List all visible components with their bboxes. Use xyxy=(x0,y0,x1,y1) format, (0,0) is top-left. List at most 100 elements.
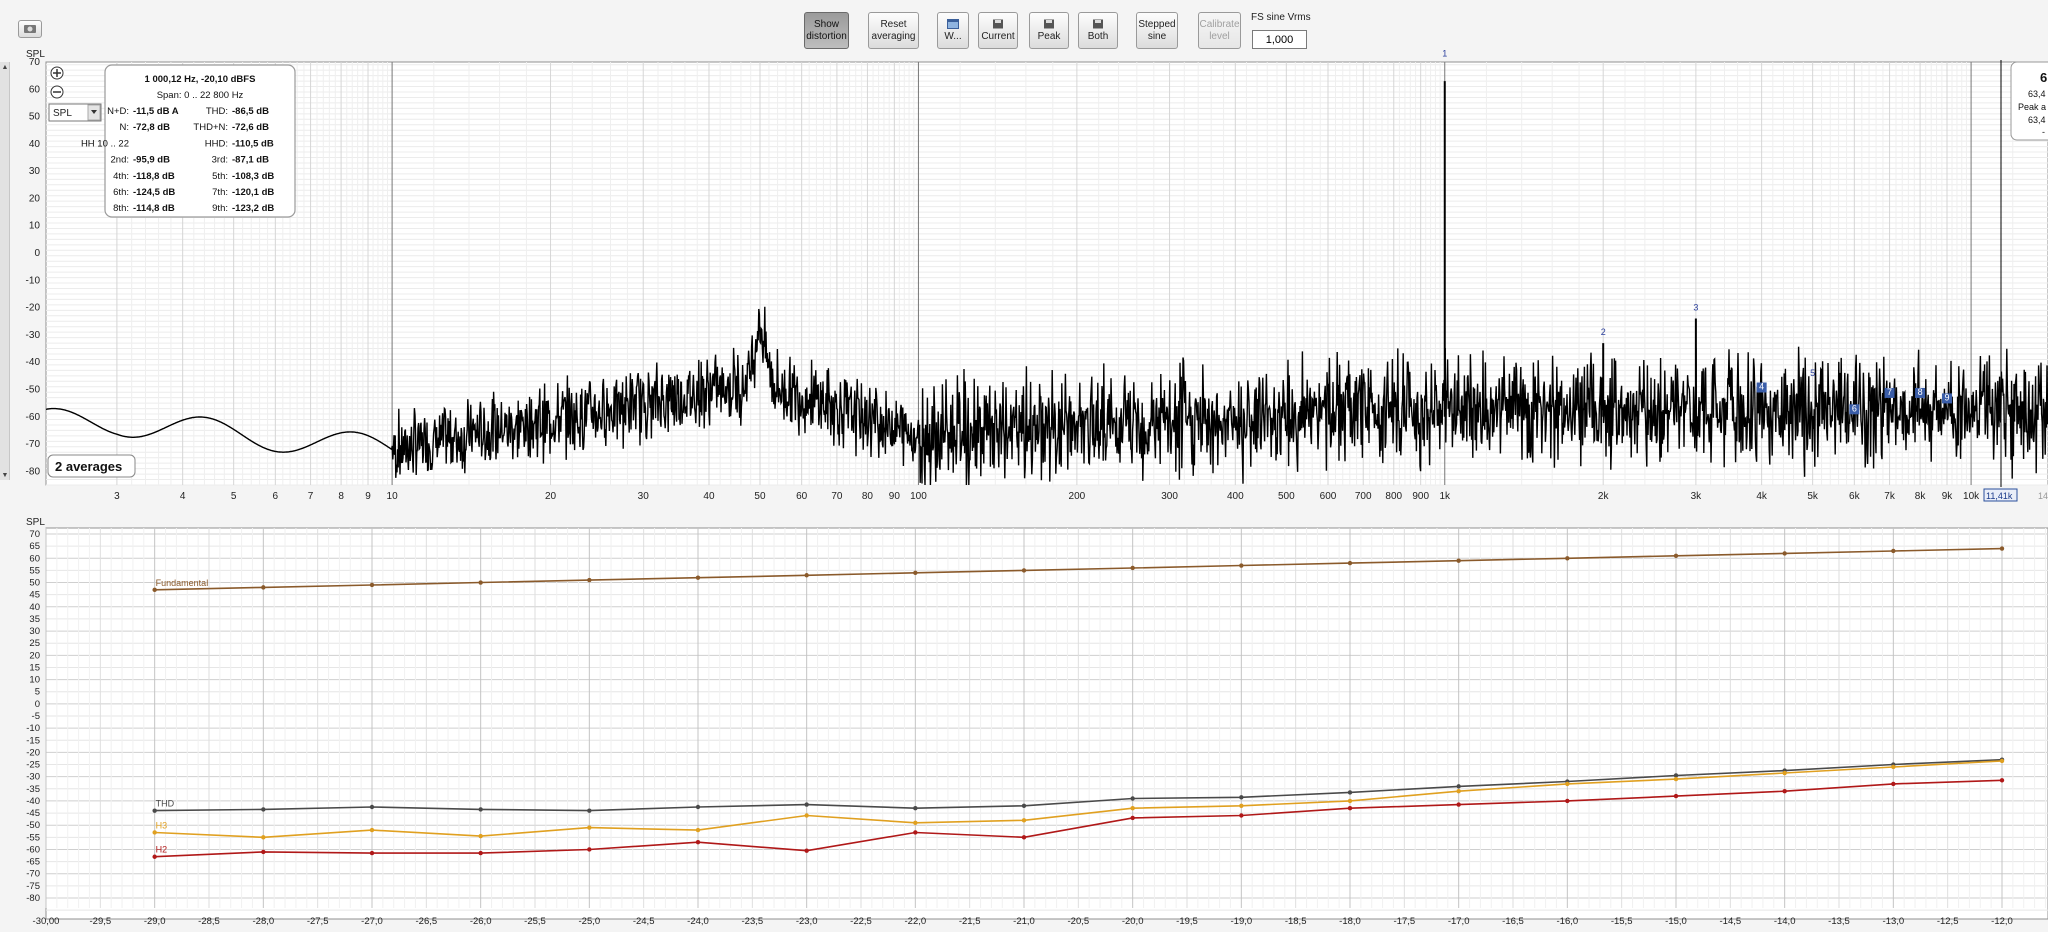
bottom-x-tick-label: -29,0 xyxy=(144,916,166,927)
bottom-x-tick-label: -19,0 xyxy=(1231,916,1253,927)
top-x-tick-label: 700 xyxy=(1355,491,1372,502)
bottom-y-tick-label: -35 xyxy=(26,784,40,795)
right-info-line-4: 63,4 xyxy=(2028,115,2046,125)
top-x-tick-label: 70 xyxy=(831,491,843,502)
series-point xyxy=(1999,778,2005,783)
info-row-value: -120,1 dB xyxy=(232,187,274,198)
distortion-info-box: 1 000,12 Hz, -20,10 dBFS Span: 0 .. 22 8… xyxy=(81,64,296,218)
info-row-value: -110,5 dB xyxy=(232,138,274,149)
series-point xyxy=(1239,803,1244,808)
series-point xyxy=(152,587,157,593)
rew-rta-window: Show distortion Reset averaging W... Cur… xyxy=(0,0,2048,932)
bottom-x-tick-label: -17,5 xyxy=(1394,916,1416,927)
bottom-x-tick-label: -23,0 xyxy=(796,916,818,927)
top-y-tick-label: -40 xyxy=(26,357,41,368)
bottom-y-tick-label: 25 xyxy=(29,638,40,649)
series-point xyxy=(913,570,918,576)
info-row-label: 3rd: xyxy=(212,155,228,166)
bottom-y-tick-label: 35 xyxy=(29,614,40,625)
top-y-tick-label: 20 xyxy=(29,193,41,204)
top-x-tick-label: 20 xyxy=(545,491,557,502)
top-x-tick-label: 6 xyxy=(273,491,279,502)
top-y-tick-label: 0 xyxy=(34,248,40,259)
bottom-y-tick-label: 30 xyxy=(29,626,40,637)
series-point xyxy=(804,802,809,807)
info-row-label: 4th: xyxy=(113,171,129,182)
bottom-y-tick-label: -70 xyxy=(26,869,40,880)
top-x-tick-label: 10k xyxy=(1963,491,1980,502)
top-x-tick-label: 2k xyxy=(1598,491,1610,502)
series-point xyxy=(804,848,809,853)
series-point xyxy=(913,806,918,811)
series-point xyxy=(1673,553,1679,559)
top-x-tick-label: 600 xyxy=(1320,491,1337,502)
top-y-tick-label: -70 xyxy=(26,439,41,450)
zoom-in-icon[interactable] xyxy=(50,66,64,80)
bottom-y-tick-label: 20 xyxy=(29,650,40,661)
top-x-tick-label: 10 xyxy=(387,491,399,502)
series-point xyxy=(1456,558,1461,563)
series-point xyxy=(152,854,157,859)
series-point xyxy=(1999,758,2005,764)
series-point xyxy=(587,808,592,813)
harmonic-marker-label: 8 xyxy=(1918,387,1923,397)
top-y-tick-label: -30 xyxy=(26,330,41,341)
top-x-tick-label: 4k xyxy=(1756,491,1768,502)
series-point xyxy=(913,820,918,825)
bottom-y-tick-label: 15 xyxy=(29,662,40,673)
distortion-vs-level-chart[interactable]: SPL 7065605550454035302520151050-5-10-15… xyxy=(0,510,2048,932)
series-point xyxy=(1130,796,1135,801)
bottom-x-tick-label: -16,0 xyxy=(1557,916,1579,927)
info-row-label: 7th: xyxy=(212,187,228,198)
bottom-x-tick-label: -21,5 xyxy=(959,916,981,927)
bottom-y-tick-label: -50 xyxy=(26,820,40,831)
info-row-value: -95,9 dB xyxy=(133,155,170,166)
series-point xyxy=(1021,835,1027,840)
series-point xyxy=(695,827,701,833)
top-x-tick-label: 100 xyxy=(910,491,927,502)
series-point xyxy=(695,804,701,810)
series-label: H2 xyxy=(156,845,168,855)
info-row-label: 9th: xyxy=(212,203,228,214)
info-row-label: 8th: xyxy=(113,203,129,214)
info-row-value: -87,1 dB xyxy=(232,155,269,166)
bottom-y-tick-label: -75 xyxy=(26,881,40,892)
info-row-value: -72,8 dB xyxy=(133,122,170,133)
bottom-y-tick-label: 65 xyxy=(29,541,40,552)
bottom-x-tick-label: -27,0 xyxy=(361,916,383,927)
info-row-value: -124,5 dB xyxy=(133,187,175,198)
right-info-line-3: Peak a xyxy=(2018,102,2046,112)
bottom-y-tick-label: 40 xyxy=(29,602,40,613)
series-point xyxy=(369,582,375,588)
info-row-label: HH 10 .. 22 xyxy=(81,138,129,149)
zoom-out-icon[interactable] xyxy=(50,85,64,99)
series-point xyxy=(152,830,157,835)
rta-spectrum-chart[interactable]: SPL 706050403020100-10-20-30-40-50-60-70… xyxy=(0,0,2048,510)
top-x-tick-label: 3k xyxy=(1691,491,1703,502)
series-point xyxy=(261,807,266,812)
harmonic-marker-label: 3 xyxy=(1693,302,1698,312)
top-y-tick-label: -10 xyxy=(26,275,41,286)
series-point xyxy=(1130,806,1135,811)
top-x-tick-label: 3 xyxy=(114,491,120,502)
info-row-label: N: xyxy=(120,122,130,133)
series-point xyxy=(587,825,592,830)
top-x-tick-label: 200 xyxy=(1069,491,1086,502)
info-row-value: -123,2 dB xyxy=(232,203,274,214)
bottom-y-tick-label: -20 xyxy=(26,747,40,758)
top-x-tick-label: 5k xyxy=(1807,491,1819,502)
series-point xyxy=(1239,563,1244,568)
bottom-x-tick-label: -20,0 xyxy=(1122,916,1144,927)
series-label: Fundamental xyxy=(156,578,209,588)
info-span: Span: 0 .. 22 800 Hz xyxy=(157,90,244,101)
bottom-y-tick-label: -60 xyxy=(26,844,40,855)
top-y-tick-label: 10 xyxy=(29,221,41,232)
top-x-tick-label: 1k xyxy=(1439,491,1451,502)
top-x-tick-label: 500 xyxy=(1278,491,1295,502)
bottom-x-tick-label: -12,0 xyxy=(1991,916,2013,927)
series-point xyxy=(587,847,592,852)
series-point xyxy=(695,839,701,845)
series-point xyxy=(1239,795,1244,800)
bottom-x-tick-label: -28,5 xyxy=(198,916,220,927)
top-x-tick-label: 800 xyxy=(1385,491,1402,502)
